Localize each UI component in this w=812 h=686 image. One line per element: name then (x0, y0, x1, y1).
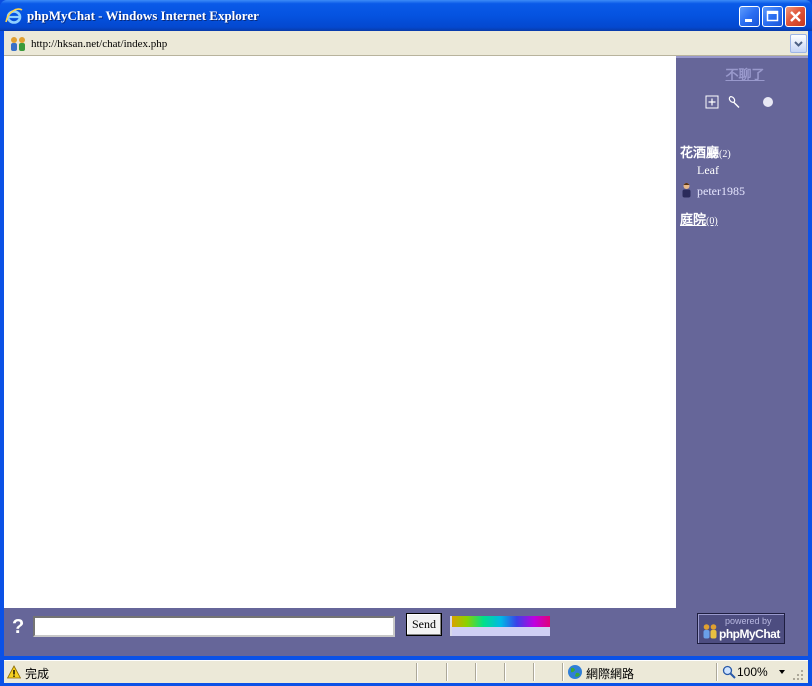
magnifier-icon[interactable] (722, 665, 736, 679)
send-button[interactable]: Send (406, 613, 442, 636)
powered-by-product: phpMyChat (719, 627, 780, 641)
message-input-bar: ? Send powered by phpMyChat (4, 608, 808, 656)
powered-by-badge[interactable]: powered by phpMyChat (697, 613, 785, 644)
maximize-icon (766, 10, 779, 22)
page-content: 不聊了 花酒廳(2) Leaf peter1985 庭院(0) ? Send p… (4, 56, 808, 656)
status-divider (446, 663, 448, 681)
user-name[interactable]: Leaf (697, 163, 719, 178)
plus-box-icon[interactable] (705, 95, 719, 109)
circle-icon[interactable] (761, 95, 775, 109)
resize-grip-icon[interactable] (792, 669, 804, 681)
exit-link[interactable]: 不聊了 (719, 64, 771, 83)
zoom-dropdown-icon[interactable] (779, 670, 785, 674)
status-text: 完成 (25, 667, 50, 681)
phpmychat-favicon-icon (11, 37, 25, 51)
chevron-down-icon (794, 41, 803, 47)
warning-icon (7, 665, 21, 679)
address-input[interactable] (31, 36, 591, 52)
user-icon (682, 183, 691, 198)
status-divider (533, 663, 535, 681)
status-divider (504, 663, 506, 681)
close-icon (790, 11, 801, 22)
status-divider (562, 663, 564, 681)
message-input[interactable] (33, 616, 395, 637)
status-divider (416, 663, 418, 681)
room-link[interactable]: 庭院(0) (680, 209, 718, 228)
user-name[interactable]: peter1985 (697, 184, 745, 199)
users-panel: 不聊了 花酒廳(2) Leaf peter1985 庭院(0) (676, 56, 808, 608)
selected-color-swatch (452, 627, 550, 636)
status-bar: 完成 網際網路 100% (4, 660, 808, 683)
help-icon[interactable]: ? (12, 616, 24, 639)
maximize-button[interactable] (762, 6, 783, 27)
status-divider (716, 663, 718, 681)
close-button[interactable] (785, 6, 806, 27)
microphone-icon[interactable] (727, 95, 741, 109)
minimize-icon (745, 19, 752, 22)
zoom-level[interactable]: 100% (737, 665, 768, 679)
globe-icon (568, 665, 582, 679)
room-name: 花酒廳 (680, 145, 720, 160)
chat-messages-area[interactable] (6, 58, 676, 608)
color-spectrum[interactable] (452, 616, 550, 627)
browser-window: phpMyChat - Windows Internet Explorer 不聊… (0, 0, 812, 686)
phpmychat-logo-icon (703, 624, 717, 639)
room-user-count: (2) (719, 149, 731, 160)
room-link[interactable]: 花酒廳(2) (680, 142, 731, 161)
color-picker[interactable] (450, 616, 550, 636)
ie-icon (5, 8, 23, 24)
security-zone-text: 網際網路 (586, 667, 635, 681)
status-divider (475, 663, 477, 681)
room-user-count: (0) (706, 216, 718, 227)
minimize-button[interactable] (739, 6, 760, 27)
room-name: 庭院 (680, 212, 707, 227)
powered-by-label: powered by (725, 616, 772, 626)
title-bar[interactable]: phpMyChat - Windows Internet Explorer (0, 0, 812, 31)
window-title: phpMyChat - Windows Internet Explorer (27, 8, 259, 23)
address-dropdown-button[interactable] (790, 34, 807, 53)
address-bar (4, 31, 808, 56)
